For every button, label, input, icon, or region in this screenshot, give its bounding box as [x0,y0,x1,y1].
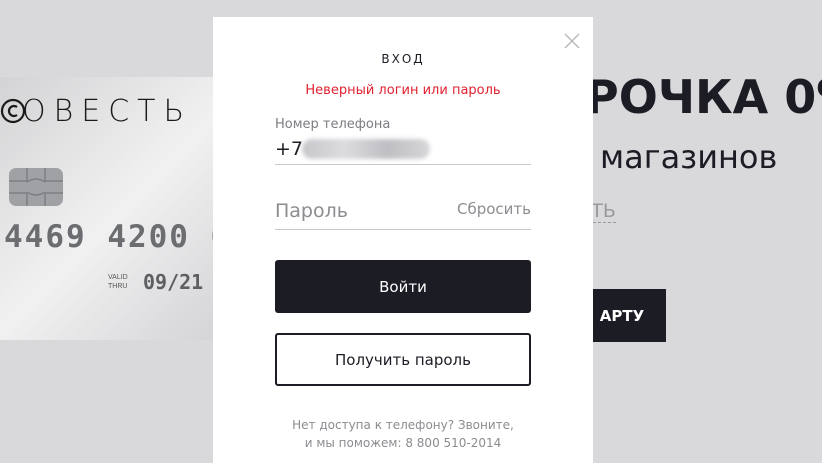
phone-value[interactable]: +7 [275,138,303,160]
card-logo: ОВЕСТЬ [0,94,192,129]
phone-redaction-blur [302,139,430,159]
help-text: Нет доступа к телефону? Звоните, и мы по… [213,416,593,452]
modal-title: ВХОД [381,52,425,66]
hero-subtitle: магазинов [600,138,778,176]
card-logo-text: ОВЕСТЬ [22,94,193,129]
phone-label: Номер телефона [275,117,391,132]
error-message: Неверный логин или пароль [305,83,501,98]
phone-field[interactable]: Номер телефона +7 [275,117,531,165]
valid-label: VALID [108,274,128,281]
card-valid-thru: VALID THRU [108,273,128,291]
get-password-button[interactable]: Получить пароль [275,333,531,386]
login-button[interactable]: Войти [275,260,531,313]
help-line-1: Нет доступа к телефону? Звоните, [292,418,514,432]
help-line-2: и мы поможем: 8 800 510-2014 [304,436,502,450]
password-field[interactable]: Сбросить [275,195,531,230]
login-modal: ВХОД Неверный логин или пароль Номер тел… [213,17,593,463]
thru-label: THRU [108,283,128,290]
card-expiry: 09/21 [143,270,204,294]
close-icon[interactable] [563,32,581,50]
password-input[interactable] [275,195,445,227]
hero-title: РОЧКА 0% [585,70,822,124]
reset-password-link[interactable]: Сбросить [457,200,531,218]
card-chip-icon [9,168,63,206]
